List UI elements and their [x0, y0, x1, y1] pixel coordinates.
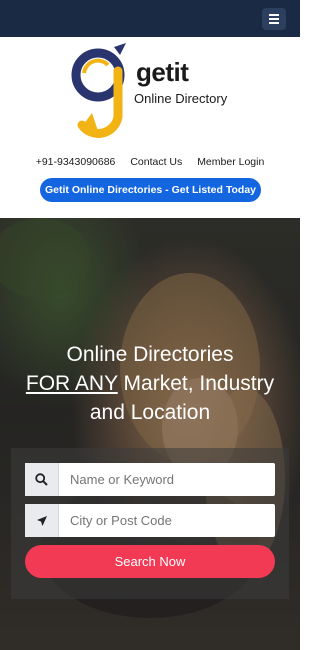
headline-line-3: and Location [89, 401, 211, 424]
member-login-link[interactable]: Member Login [197, 156, 264, 168]
location-field[interactable] [25, 504, 275, 537]
brand-tagline: Online Directory [134, 91, 228, 106]
get-listed-button[interactable]: Getit Online Directories - Get Listed To… [40, 178, 261, 202]
phone-link[interactable]: +91-9343090686 [36, 156, 116, 168]
contact-us-link[interactable]: Contact Us [130, 156, 182, 168]
hero-headline: Online Directories FOR ANY Market, Indus… [0, 340, 300, 427]
hero-section: Online Directories FOR ANY Market, Indus… [0, 218, 300, 650]
location-input[interactable] [59, 504, 275, 537]
location-arrow-icon [25, 504, 59, 537]
headline-accent: FOR ANY [25, 372, 118, 395]
search-now-button[interactable]: Search Now [25, 545, 275, 578]
search-icon [25, 463, 59, 496]
hamburger-menu-button[interactable] [262, 8, 286, 30]
headline-line-2: FOR ANY Market, Industry [0, 369, 300, 398]
top-navbar [0, 0, 300, 37]
brand-logo[interactable]: getit Online Directory [70, 43, 240, 147]
headline-line-1: Online Directories [66, 343, 234, 366]
headline-line-2-rest: Market, Industry [117, 372, 275, 395]
keyword-field[interactable] [25, 463, 275, 496]
hamburger-icon [269, 14, 279, 16]
brand-name: getit [136, 57, 189, 87]
site-header: getit Online Directory +91-9343090686 Co… [0, 37, 300, 218]
keyword-input[interactable] [59, 463, 275, 496]
getit-logo-icon [71, 43, 126, 138]
search-panel: Search Now [11, 448, 289, 599]
contact-bar: +91-9343090686 Contact Us Member Login [0, 156, 300, 168]
